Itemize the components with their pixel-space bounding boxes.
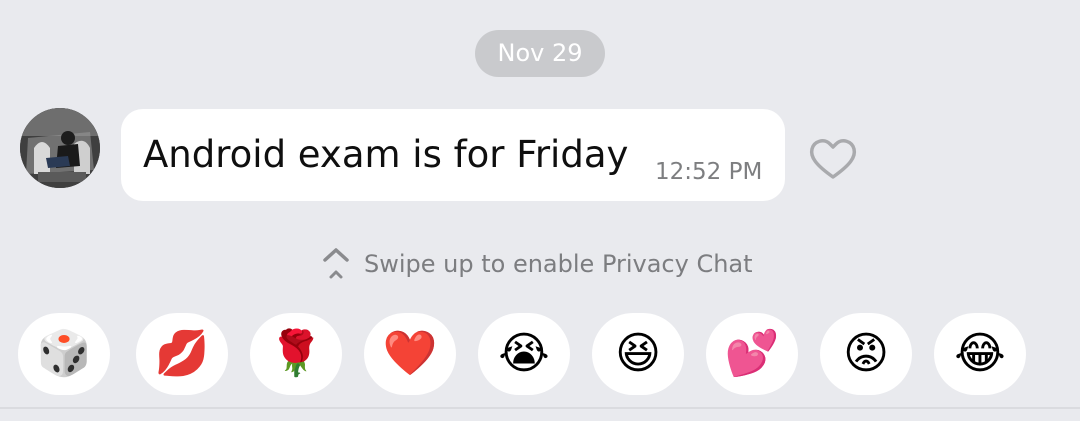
- red-heart-icon: ❤️: [382, 328, 438, 379]
- reaction-button-crying[interactable]: 😭: [478, 313, 570, 395]
- reaction-button-laughing[interactable]: 😆: [592, 313, 684, 395]
- dice-icon: 🎲: [36, 328, 92, 379]
- privacy-chat-hint[interactable]: Swipe up to enable Privacy Chat: [322, 242, 753, 286]
- privacy-hint-text: Swipe up to enable Privacy Chat: [364, 250, 753, 278]
- crying-face-icon: 😭: [498, 328, 550, 379]
- angry-face-icon: 😡: [843, 328, 889, 379]
- quick-reactions-bar: 🎲 💋 🌹 ❤️ 😭 😆 💕 😡 😂: [0, 313, 1080, 395]
- reaction-button-angry[interactable]: 😡: [820, 313, 912, 395]
- reaction-button-heart[interactable]: ❤️: [364, 313, 456, 395]
- reaction-button-two-hearts[interactable]: 💕: [706, 313, 798, 395]
- chat-screen: Nov 29 Android exam is for Friday 12:52 …: [0, 0, 1080, 421]
- reaction-button-tears-of-joy[interactable]: 😂: [934, 313, 1026, 395]
- grinning-squint-face-icon: 😆: [615, 328, 661, 379]
- like-message-button[interactable]: [806, 135, 860, 183]
- message-timestamp: 12:52 PM: [655, 159, 763, 185]
- reaction-button-rose[interactable]: 🌹: [250, 313, 342, 395]
- kiss-lips-icon: 💋: [154, 328, 210, 379]
- rose-icon: 🌹: [268, 328, 324, 379]
- reaction-button-dice[interactable]: 🎲: [18, 313, 110, 395]
- two-hearts-icon: 💕: [724, 328, 780, 379]
- reaction-button-kiss[interactable]: 💋: [136, 313, 228, 395]
- avatar-photo: [20, 108, 100, 188]
- tears-of-joy-face-icon: 😂: [954, 328, 1006, 379]
- chevron-up-icon: [323, 248, 349, 279]
- message-bubble[interactable]: Android exam is for Friday 12:52 PM: [121, 109, 785, 201]
- sender-avatar[interactable]: [20, 108, 100, 188]
- message-text: Android exam is for Friday: [143, 133, 629, 176]
- input-divider: [0, 407, 1080, 409]
- heart-outline-icon: [809, 139, 857, 179]
- date-separator: Nov 29: [475, 30, 605, 77]
